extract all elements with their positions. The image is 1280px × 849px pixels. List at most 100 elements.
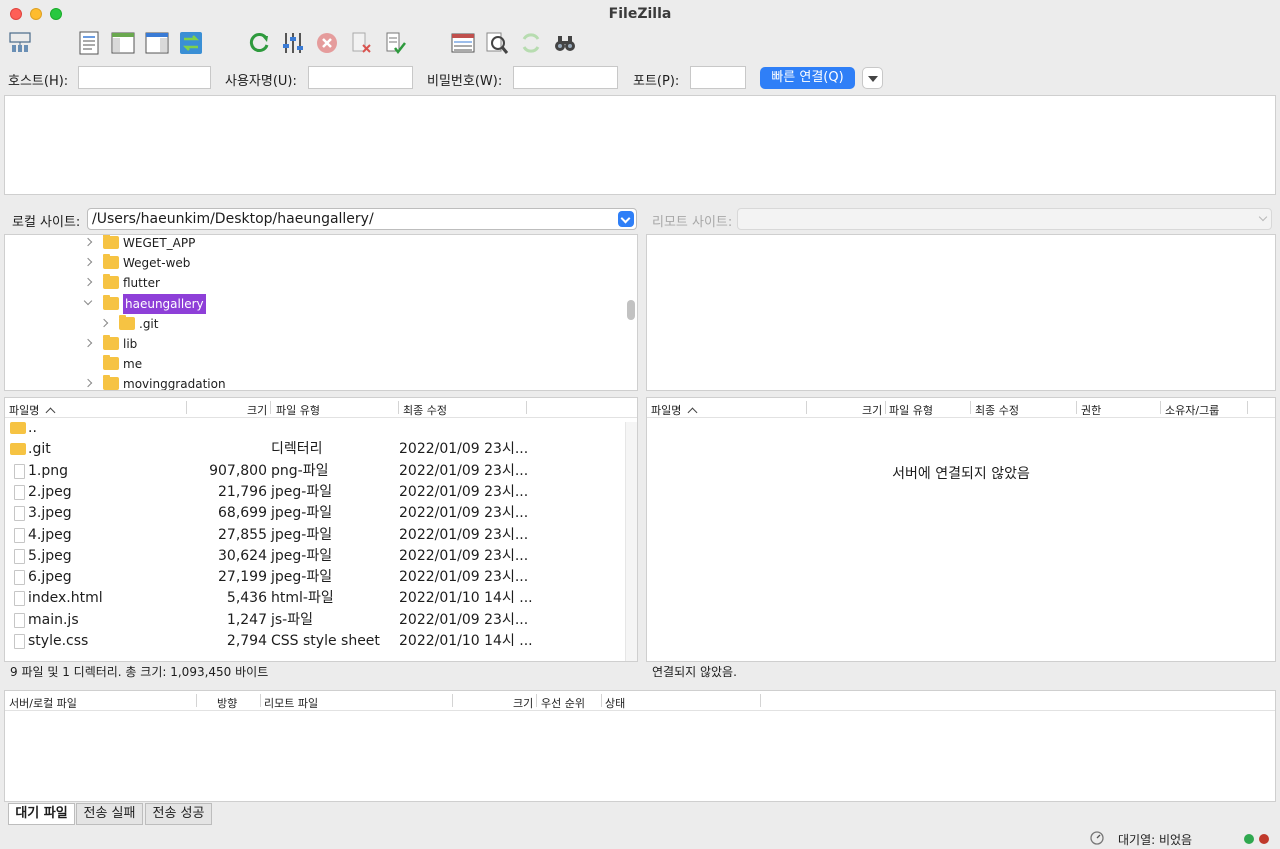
column-filename[interactable]: 파일명: [9, 402, 56, 418]
window-title: FileZilla: [608, 6, 672, 22]
bottom-status-bar: 대기열: 비었음: [0, 828, 1280, 849]
remote-column-size[interactable]: 크기: [862, 402, 882, 418]
column-last-modified[interactable]: 최종 수정: [403, 402, 447, 418]
tree-item[interactable]: .git: [5, 314, 625, 334]
local-path-combobox[interactable]: /Users/haeunkim/Desktop/haeungallery/: [87, 208, 637, 230]
speed-limit-icon[interactable]: [1090, 831, 1104, 845]
tab-queued-files[interactable]: 대기 파일: [8, 803, 75, 825]
local-path-dropdown-arrow[interactable]: [618, 211, 634, 227]
quickconnect-history-dropdown[interactable]: [862, 67, 883, 89]
close-window-button[interactable]: [10, 8, 22, 20]
file-name: index.html: [28, 590, 103, 607]
transfer-activity-led-red: [1259, 834, 1269, 844]
tab-successful-transfers[interactable]: 전송 성공: [145, 803, 212, 825]
tree-item[interactable]: lib: [5, 334, 625, 354]
toolbar: [0, 28, 1280, 60]
remote-column-last-modified[interactable]: 최종 수정: [975, 402, 1019, 418]
file-row[interactable]: 5.jpeg 30,624 jpeg-파일 2022/01/09 23시...: [5, 546, 625, 567]
chevron-right-icon[interactable]: [99, 318, 109, 328]
file-row[interactable]: main.js 1,247 js-파일 2022/01/09 23시...: [5, 610, 625, 631]
remote-path-combobox[interactable]: [737, 208, 1272, 230]
chevron-down-icon[interactable]: [83, 296, 93, 305]
file-type: 디렉터리: [271, 441, 323, 458]
local-directory-tree[interactable]: WEGET_APP Weget-web flutter haeungallery .gi…: [4, 234, 638, 391]
refresh-button[interactable]: [245, 29, 273, 57]
queue-column-remote-file[interactable]: 리모트 파일: [264, 695, 318, 711]
file-size: 21,796: [218, 483, 267, 500]
reconnect-button[interactable]: [381, 29, 409, 57]
folder-icon: [103, 235, 119, 249]
queue-column-size[interactable]: 크기: [513, 695, 533, 711]
minimize-window-button[interactable]: [30, 8, 42, 20]
cancel-operation-button[interactable]: [313, 29, 341, 57]
sort-ascending-icon: [45, 407, 56, 418]
local-tree-scrollbar[interactable]: [627, 300, 635, 320]
transfer-queue-panel[interactable]: 서버/로컬 파일 방향 리모트 파일 크기 우선 순위 상태: [4, 690, 1276, 802]
file-row[interactable]: 4.jpeg 27,855 jpeg-파일 2022/01/09 23시...: [5, 525, 625, 546]
chevron-right-icon[interactable]: [83, 278, 93, 287]
tree-item[interactable]: haeungallery: [5, 293, 625, 314]
tree-item-label: flutter: [123, 276, 160, 291]
file-modified: 2022/01/10 14시 ...: [399, 590, 533, 607]
tree-item[interactable]: WEGET_APP: [5, 235, 625, 253]
remote-tree-button[interactable]: [143, 29, 171, 57]
file-row[interactable]: 6.jpeg 27,199 jpeg-파일 2022/01/09 23시...: [5, 567, 625, 588]
filter-button[interactable]: [279, 29, 307, 57]
tree-item[interactable]: Weget-web: [5, 253, 625, 273]
file-row[interactable]: index.html 5,436 html-파일 2022/01/10 14시 ...: [5, 588, 625, 609]
file-row[interactable]: 2.jpeg 21,796 jpeg-파일 2022/01/09 23시...: [5, 482, 625, 503]
tree-item[interactable]: flutter: [5, 273, 625, 293]
chevron-right-icon[interactable]: [83, 338, 93, 348]
file-name: 3.jpeg: [28, 505, 72, 522]
message-log-panel[interactable]: [4, 95, 1276, 195]
password-input[interactable]: [513, 66, 618, 89]
file-type: CSS style sheet: [271, 633, 380, 649]
remote-path-dropdown-arrow[interactable]: [1258, 212, 1268, 222]
local-path-value: /Users/haeunkim/Desktop/haeungallery/: [92, 211, 374, 227]
maximize-window-button[interactable]: [50, 8, 62, 20]
toggle-synchronized-browsing-button[interactable]: [483, 29, 511, 57]
local-file-list-scrollbar[interactable]: [625, 422, 637, 661]
remote-column-filename[interactable]: 파일명: [651, 402, 698, 418]
remote-status-line: 연결되지 않았음.: [652, 665, 737, 679]
filezilla-window: FileZilla 호스트(H): 사용자명(U): 비밀번호(W): 포트(P…: [0, 0, 1280, 849]
queue-column-direction[interactable]: 방향: [217, 695, 237, 711]
transfer-queue-button[interactable]: [177, 29, 205, 57]
tree-item[interactable]: me: [5, 354, 625, 374]
local-tree-button[interactable]: [109, 29, 137, 57]
file-row[interactable]: 3.jpeg 68,699 jpeg-파일 2022/01/09 23시...: [5, 503, 625, 524]
local-file-list[interactable]: 파일명 크기 파일 유형 최종 수정 .. .git 디렉터리 2022/01/09 …: [4, 397, 638, 662]
directory-listing-filter-button[interactable]: [449, 29, 477, 57]
remote-column-file-type[interactable]: 파일 유형: [889, 402, 933, 418]
port-input[interactable]: [690, 66, 746, 89]
search-remote-files-button[interactable]: [551, 29, 579, 57]
chevron-right-icon[interactable]: [83, 237, 93, 247]
remote-directory-tree[interactable]: [646, 234, 1276, 391]
column-size[interactable]: 크기: [247, 402, 267, 418]
tab-failed-transfers[interactable]: 전송 실패: [76, 803, 143, 825]
host-input[interactable]: [78, 66, 211, 89]
remote-column-owner-group[interactable]: 소유자/그룹: [1165, 402, 1219, 418]
quickconnect-button[interactable]: 빠른 연결(Q): [760, 67, 855, 89]
chevron-right-icon[interactable]: [83, 379, 93, 388]
remote-file-list[interactable]: 파일명 크기 파일 유형 최종 수정 권한 소유자/그룹 서버에 연결되지 않았…: [646, 397, 1276, 662]
tree-item[interactable]: movinggradation: [5, 374, 625, 390]
username-input[interactable]: [308, 66, 413, 89]
queue-column-priority[interactable]: 우선 순위: [541, 695, 585, 711]
disconnect-button[interactable]: [347, 29, 375, 57]
file-row[interactable]: .git 디렉터리 2022/01/09 23시...: [5, 439, 625, 460]
site-manager-button[interactable]: [6, 29, 34, 57]
file-row[interactable]: style.css 2,794 CSS style sheet 2022/01/10 …: [5, 631, 625, 652]
column-file-type[interactable]: 파일 유형: [276, 402, 320, 418]
local-site-label: 로컬 사이트:: [12, 215, 81, 230]
message-log-button[interactable]: [75, 29, 103, 57]
remote-column-permissions[interactable]: 권한: [1081, 402, 1101, 418]
queue-column-status[interactable]: 상태: [605, 695, 625, 711]
transfer-queue-icon: [180, 32, 202, 54]
file-row[interactable]: ..: [5, 418, 625, 439]
file-row[interactable]: 1.png 907,800 png-파일 2022/01/09 23시...: [5, 461, 625, 482]
chevron-right-icon[interactable]: [83, 257, 93, 267]
queue-column-local-file[interactable]: 서버/로컬 파일: [9, 695, 77, 711]
file-modified: 2022/01/10 14시 ...: [399, 633, 533, 649]
directory-comparison-button[interactable]: [517, 29, 545, 57]
